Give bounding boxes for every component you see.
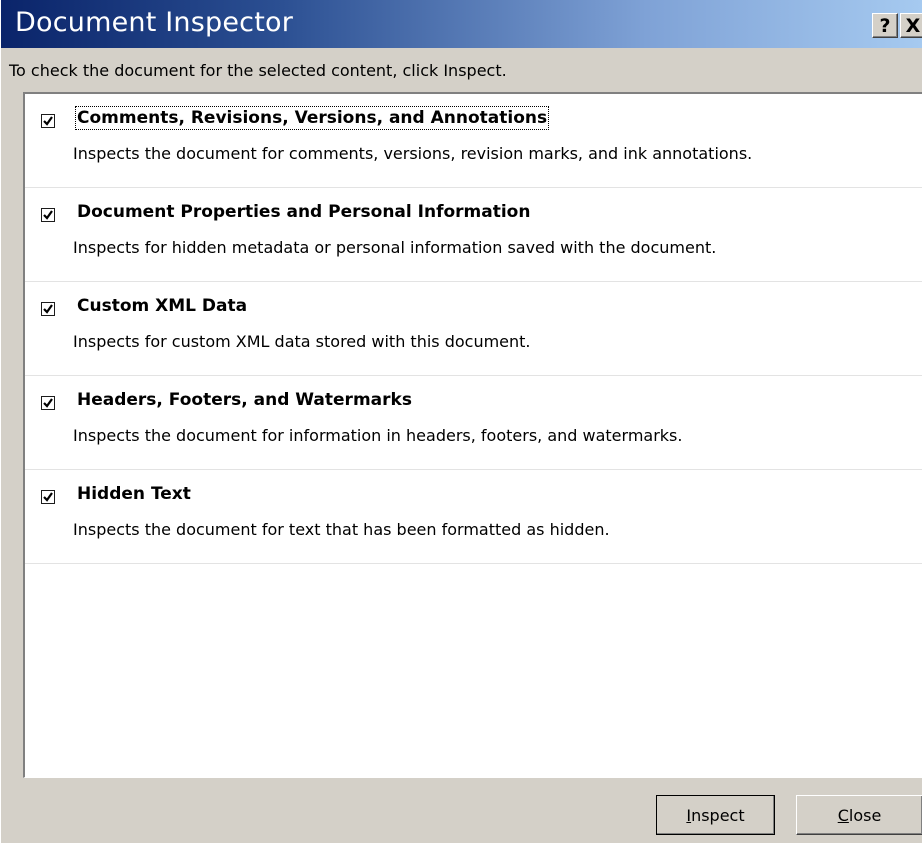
option-document-properties[interactable]: Document Properties and Personal Informa… [25, 188, 922, 282]
title-bar[interactable]: Document Inspector ? X [1, 0, 922, 48]
option-headers-footers[interactable]: Headers, Footers, and Watermarks Inspect… [25, 376, 922, 470]
option-comments-revisions[interactable]: Comments, Revisions, Versions, and Annot… [25, 94, 922, 188]
checkbox-hidden-text[interactable] [41, 490, 55, 504]
checkmark-icon [43, 398, 53, 408]
checkmark-icon [43, 304, 53, 314]
inspection-options-list: Comments, Revisions, Versions, and Annot… [23, 92, 922, 778]
checkbox-document-properties[interactable] [41, 208, 55, 222]
option-description: Inspects the document for information in… [73, 426, 683, 445]
inspect-button[interactable]: Inspect [656, 795, 775, 835]
window-title: Document Inspector [15, 7, 294, 38]
help-button[interactable]: ? [872, 13, 898, 38]
inspect-label: nspect [691, 805, 745, 825]
checkbox-headers-footers[interactable] [41, 396, 55, 410]
option-custom-xml[interactable]: Custom XML Data Inspects for custom XML … [25, 282, 922, 376]
checkbox-comments-revisions[interactable] [41, 114, 55, 128]
checkmark-icon [43, 116, 53, 126]
option-description: Inspects for custom XML data stored with… [73, 332, 531, 351]
close-accelerator: C [837, 805, 849, 825]
option-title: Headers, Footers, and Watermarks [77, 390, 412, 410]
checkmark-icon [43, 492, 53, 502]
option-description: Inspects the document for text that has … [73, 520, 610, 539]
option-description: Inspects for hidden metadata or personal… [73, 238, 717, 257]
option-title: Custom XML Data [77, 296, 248, 316]
checkbox-custom-xml[interactable] [41, 302, 55, 316]
option-description: Inspects the document for comments, vers… [73, 144, 753, 163]
instruction-text: To check the document for the selected c… [9, 61, 507, 80]
close-button[interactable]: Close [796, 795, 922, 835]
checkmark-icon [43, 210, 53, 220]
option-hidden-text[interactable]: Hidden Text Inspects the document for te… [25, 470, 922, 564]
option-title: Document Properties and Personal Informa… [77, 202, 531, 222]
close-label: lose [848, 805, 882, 825]
document-inspector-dialog: Document Inspector ? X To check the docu… [0, 0, 922, 843]
window-close-button[interactable]: X [900, 13, 922, 38]
option-title: Hidden Text [77, 484, 191, 504]
option-title: Comments, Revisions, Versions, and Annot… [74, 106, 550, 130]
